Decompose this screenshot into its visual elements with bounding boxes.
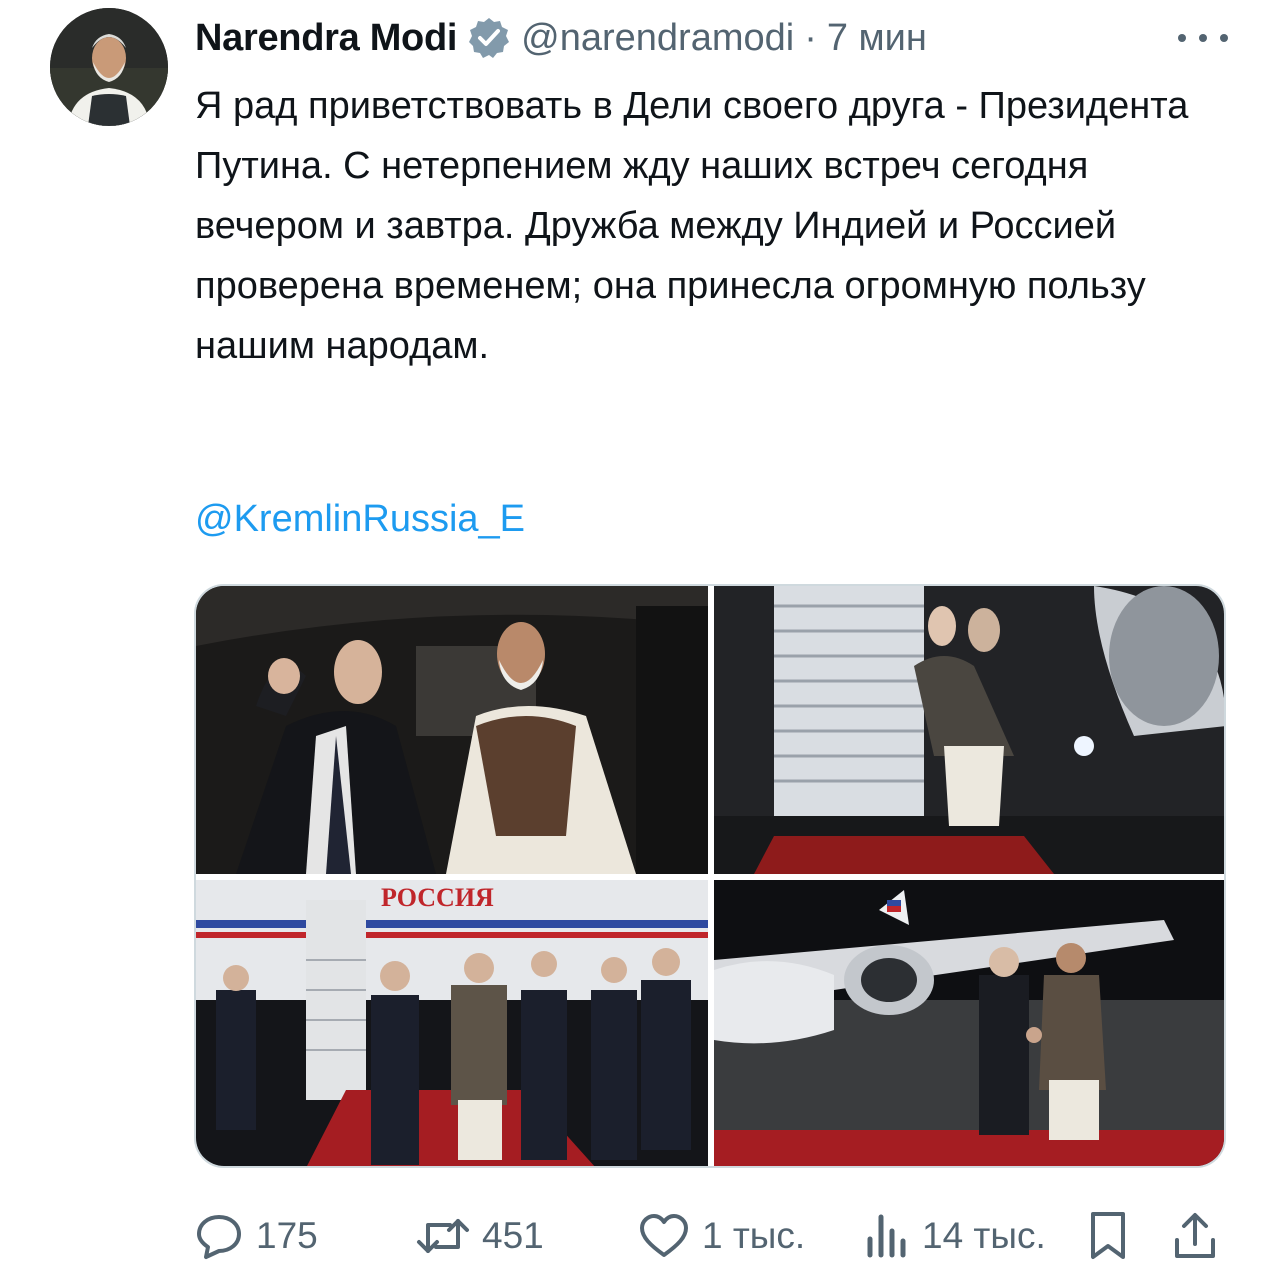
bookmark-icon — [1091, 1212, 1125, 1259]
tweet-timestamp[interactable]: 7 мин — [827, 17, 927, 60]
photo-arrival-group[interactable]: РОССИЯ — [196, 880, 708, 1166]
share-icon — [1175, 1213, 1215, 1258]
action-bar: 175 451 1 тыс. 14 тыс. — [194, 1200, 1234, 1272]
reply-icon — [197, 1215, 241, 1259]
photo-stairs-hug[interactable] — [714, 586, 1224, 874]
retweet-button[interactable]: 451 — [416, 1208, 544, 1264]
tweet-header: Narendra Modi @narendramodi · 7 мин — [195, 12, 1228, 64]
verified-badge-icon[interactable] — [467, 16, 511, 60]
views-icon — [867, 1214, 906, 1258]
header-separator: · — [804, 16, 817, 59]
photo-handshake[interactable] — [714, 880, 1224, 1166]
like-button[interactable]: 1 тыс. — [638, 1208, 805, 1264]
retweet-count: 451 — [482, 1215, 544, 1256]
views-button[interactable]: 14 тыс. — [864, 1208, 1046, 1264]
bookmark-button[interactable] — [1086, 1208, 1130, 1264]
retweet-icon — [417, 1219, 469, 1253]
tweet: Narendra Modi @narendramodi · 7 мин Я ра… — [0, 0, 1278, 1280]
tweet-text: Я рад приветствовать в Дели своего друга… — [195, 85, 1189, 367]
author-name[interactable]: Narendra Modi — [195, 17, 457, 60]
reply-count: 175 — [256, 1215, 318, 1256]
author-avatar[interactable] — [50, 8, 168, 126]
media-grid: РОССИЯ — [194, 584, 1226, 1168]
view-count: 14 тыс. — [922, 1215, 1046, 1256]
more-dots-icon[interactable] — [1178, 16, 1228, 60]
like-count: 1 тыс. — [702, 1215, 806, 1256]
share-button[interactable] — [1172, 1208, 1218, 1264]
mention-link[interactable]: @KremlinRussia_E — [195, 494, 525, 544]
author-handle[interactable]: @narendramodi — [521, 17, 794, 60]
plane-livery-text: РОССИЯ — [381, 883, 494, 912]
heart-icon — [640, 1214, 688, 1257]
reply-button[interactable]: 175 — [194, 1208, 318, 1264]
photo-car[interactable] — [196, 586, 708, 874]
